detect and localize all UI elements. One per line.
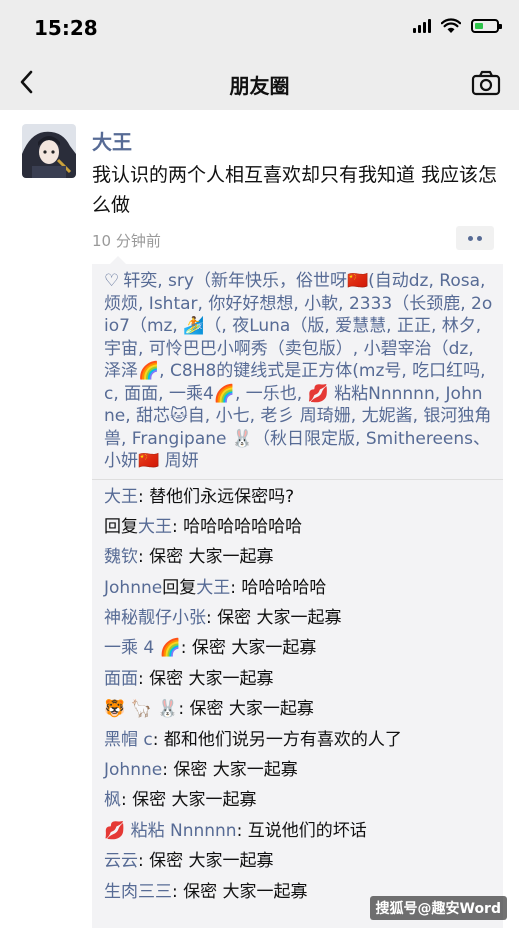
post-author[interactable]: 大王 (92, 126, 132, 155)
moment-post: 大王 我认识的两个人相互喜欢却只有我知道 我应该怎么做 10 分钟前 ♡ 轩奕, … (0, 110, 519, 928)
comment-row[interactable]: 回复大王: 哈哈哈哈哈哈哈 (92, 512, 503, 542)
comment-text: : 保密 大家一起寡 (121, 790, 257, 811)
comment-author[interactable]: Johnne (104, 760, 162, 780)
battery-icon (471, 19, 502, 33)
comment-text: : 哈哈哈哈哈 (230, 577, 327, 598)
comment-text: : 互说他们的坏话 (236, 820, 367, 841)
divider (92, 478, 503, 480)
post-text: 我认识的两个人相互喜欢却只有我知道 我应该怎么做 (92, 164, 498, 216)
cellular-signal-icon (413, 19, 431, 33)
comment-text: : 哈哈哈哈哈哈哈 (172, 516, 303, 537)
likes-list: ♡ 轩奕, sry（新年快乐，俗世呀🇨🇳(自动dz, Rosa, 烦烦, Isht… (92, 264, 503, 479)
comment-text: : 都和他们说另一方有喜欢的人了 (152, 729, 402, 750)
comment-row[interactable]: 💋 粘粘 Nnnnnn: 互说他们的坏话 (92, 816, 503, 846)
interaction-panel: ♡ 轩奕, sry（新年快乐，俗世呀🇨🇳(自动dz, Rosa, 烦烦, Isht… (92, 256, 503, 928)
comment-row[interactable]: Johnne回复大王: 哈哈哈哈哈 (92, 573, 503, 603)
reply-label: 回复 (162, 577, 197, 598)
comment-author[interactable]: 💋 粘粘 Nnnnnn (104, 821, 237, 841)
comment-author[interactable]: Johnne (104, 578, 162, 598)
dot-icon (477, 235, 482, 241)
wifi-icon (441, 18, 461, 33)
comment-row[interactable]: 枫: 保密 大家一起寡 (92, 785, 503, 815)
status-icons (413, 18, 502, 34)
comment-text: : 保密 大家一起寡 (180, 638, 317, 659)
comment-text: : 保密 大家一起寡 (138, 668, 274, 689)
heart-icon: ♡ (104, 271, 120, 291)
comment-author[interactable]: 枫 (104, 790, 121, 810)
comment-author[interactable]: 大王 (138, 517, 172, 537)
comment-row[interactable]: 🐯 🦙 🐰: 保密 大家一起寡 (92, 694, 503, 724)
comment-text: : 替他们永远保密吗? (138, 486, 295, 507)
status-time: 15:28 (34, 16, 98, 40)
watermark: 搜狐号@趣安Word (369, 896, 507, 920)
comment-row[interactable]: 一乘 4 🌈: 保密 大家一起寡 (92, 633, 503, 663)
comment-row[interactable]: 魏钦: 保密 大家一起寡 (92, 542, 503, 572)
comment-row[interactable]: Johnne: 保密 大家一起寡 (92, 755, 503, 785)
comment-text: : 保密 大家一起寡 (172, 881, 308, 902)
comment-row[interactable]: 神秘靓仔小张: 保密 大家一起寡 (92, 603, 503, 633)
reply-label: 回复 (104, 516, 138, 537)
nav-bar: 朋友圈 (0, 56, 519, 110)
comment-row[interactable]: 大王: 替他们永远保密吗? (92, 482, 503, 512)
status-bar: 15:28 (0, 0, 519, 56)
comment-author[interactable]: 生肉三三 (104, 882, 172, 902)
comment-author[interactable]: 魏钦 (104, 547, 138, 567)
comment-author[interactable]: 面面 (104, 669, 138, 689)
comment-row[interactable]: 面面: 保密 大家一起寡 (92, 664, 503, 694)
more-actions-button[interactable] (456, 226, 494, 250)
comment-author[interactable]: 大王 (104, 487, 138, 507)
post-timestamp: 10 分钟前 (92, 232, 161, 250)
comment-text: : 保密 大家一起寡 (162, 760, 298, 781)
comment-author[interactable]: 🐯 🦙 🐰 (104, 699, 178, 719)
reply-target[interactable]: 大王 (196, 578, 230, 598)
avatar[interactable] (22, 124, 76, 178)
comment-author[interactable]: 黑帽 c (104, 730, 153, 750)
comment-text: : 保密 大家一起寡 (138, 547, 274, 568)
dot-icon (468, 235, 473, 241)
comment-text: : 保密 大家一起寡 (138, 851, 274, 872)
comment-text: : 保密 大家一起寡 (206, 608, 342, 629)
comment-author[interactable]: 神秘靓仔小张 (104, 608, 206, 628)
comment-text: : 保密 大家一起寡 (178, 699, 314, 720)
likes-names[interactable]: 轩奕, sry（新年快乐，俗世呀🇨🇳(自动dz, Rosa, 烦烦, Ishta… (104, 271, 492, 471)
comment-row[interactable]: 云云: 保密 大家一起寡 (92, 846, 503, 876)
comment-author[interactable]: 一乘 4 🌈 (104, 638, 181, 658)
comment-row[interactable]: 黑帽 c: 都和他们说另一方有喜欢的人了 (92, 725, 503, 755)
page-title: 朋友圈 (229, 74, 290, 98)
comment-author[interactable]: 云云 (104, 851, 138, 871)
camera-icon[interactable] (471, 70, 501, 96)
